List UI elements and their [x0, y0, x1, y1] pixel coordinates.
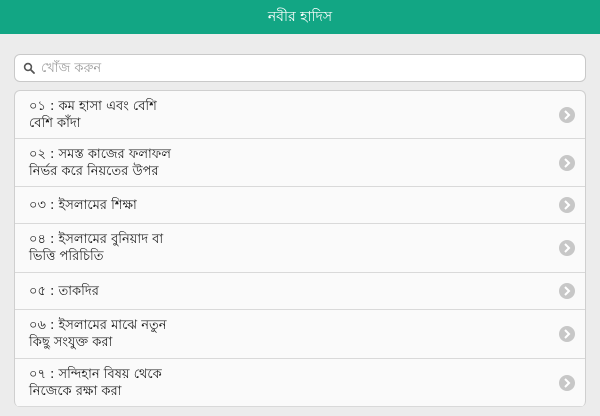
list-item-label: ০৭ : সন্দিহান বিষয় থেকে নিজেকে রক্ষা কর…: [29, 366, 162, 399]
list-item[interactable]: ০৬ : ইসলামের মাঝে নতুন কিছু সংযুক্ত করা: [15, 310, 585, 359]
list-item[interactable]: ০২ : সমস্ত কাজের ফলাফল নির্ভর করে নিয়তে…: [15, 139, 585, 187]
list-item[interactable]: ০৫ : তাকদির: [15, 273, 585, 310]
app-header: নবীর হাদিস: [0, 0, 600, 34]
search-bar-container: [0, 34, 600, 90]
page-title: নবীর হাদিস: [267, 9, 333, 25]
list-item-label: ০৬ : ইসলামের মাঝে নতুন কিছু সংযুক্ত করা: [29, 318, 167, 350]
search-icon: [23, 62, 35, 74]
hadith-list: ০১ : কম হাসা এবং বেশি বেশি কাঁদা ০২ : সম…: [14, 90, 586, 407]
list-item[interactable]: ০৩ : ইসলামের শিক্ষা: [15, 187, 585, 224]
chevron-right-icon: [559, 283, 575, 299]
list-item-label: ০৪ : ইসলামের বুনিয়াদ বা ভিত্তি পরিচিতি: [29, 232, 164, 264]
list-item-label: ০১ : কম হাসা এবং বেশি বেশি কাঁদা: [29, 98, 157, 131]
chevron-right-icon: [559, 326, 575, 342]
chevron-right-icon: [559, 106, 575, 123]
list-item[interactable]: ০৪ : ইসলামের বুনিয়াদ বা ভিত্তি পরিচিতি: [15, 224, 585, 273]
chevron-right-icon: [559, 154, 575, 171]
list-item-label: ০৩ : ইসলামের শিক্ষা: [29, 197, 137, 213]
list-item-label: ০৫ : তাকদির: [29, 283, 99, 299]
chevron-right-icon: [559, 240, 575, 256]
search-input[interactable]: [39, 59, 577, 77]
list-item-label: ০২ : সমস্ত কাজের ফলাফল নির্ভর করে নিয়তে…: [29, 146, 171, 179]
list-item[interactable]: ০১ : কম হাসা এবং বেশি বেশি কাঁদা: [15, 91, 585, 139]
chevron-right-icon: [559, 374, 575, 391]
chevron-right-icon: [559, 197, 575, 213]
list-item[interactable]: ০৭ : সন্দিহান বিষয় থেকে নিজেকে রক্ষা কর…: [15, 359, 585, 407]
search-bar[interactable]: [14, 54, 586, 82]
